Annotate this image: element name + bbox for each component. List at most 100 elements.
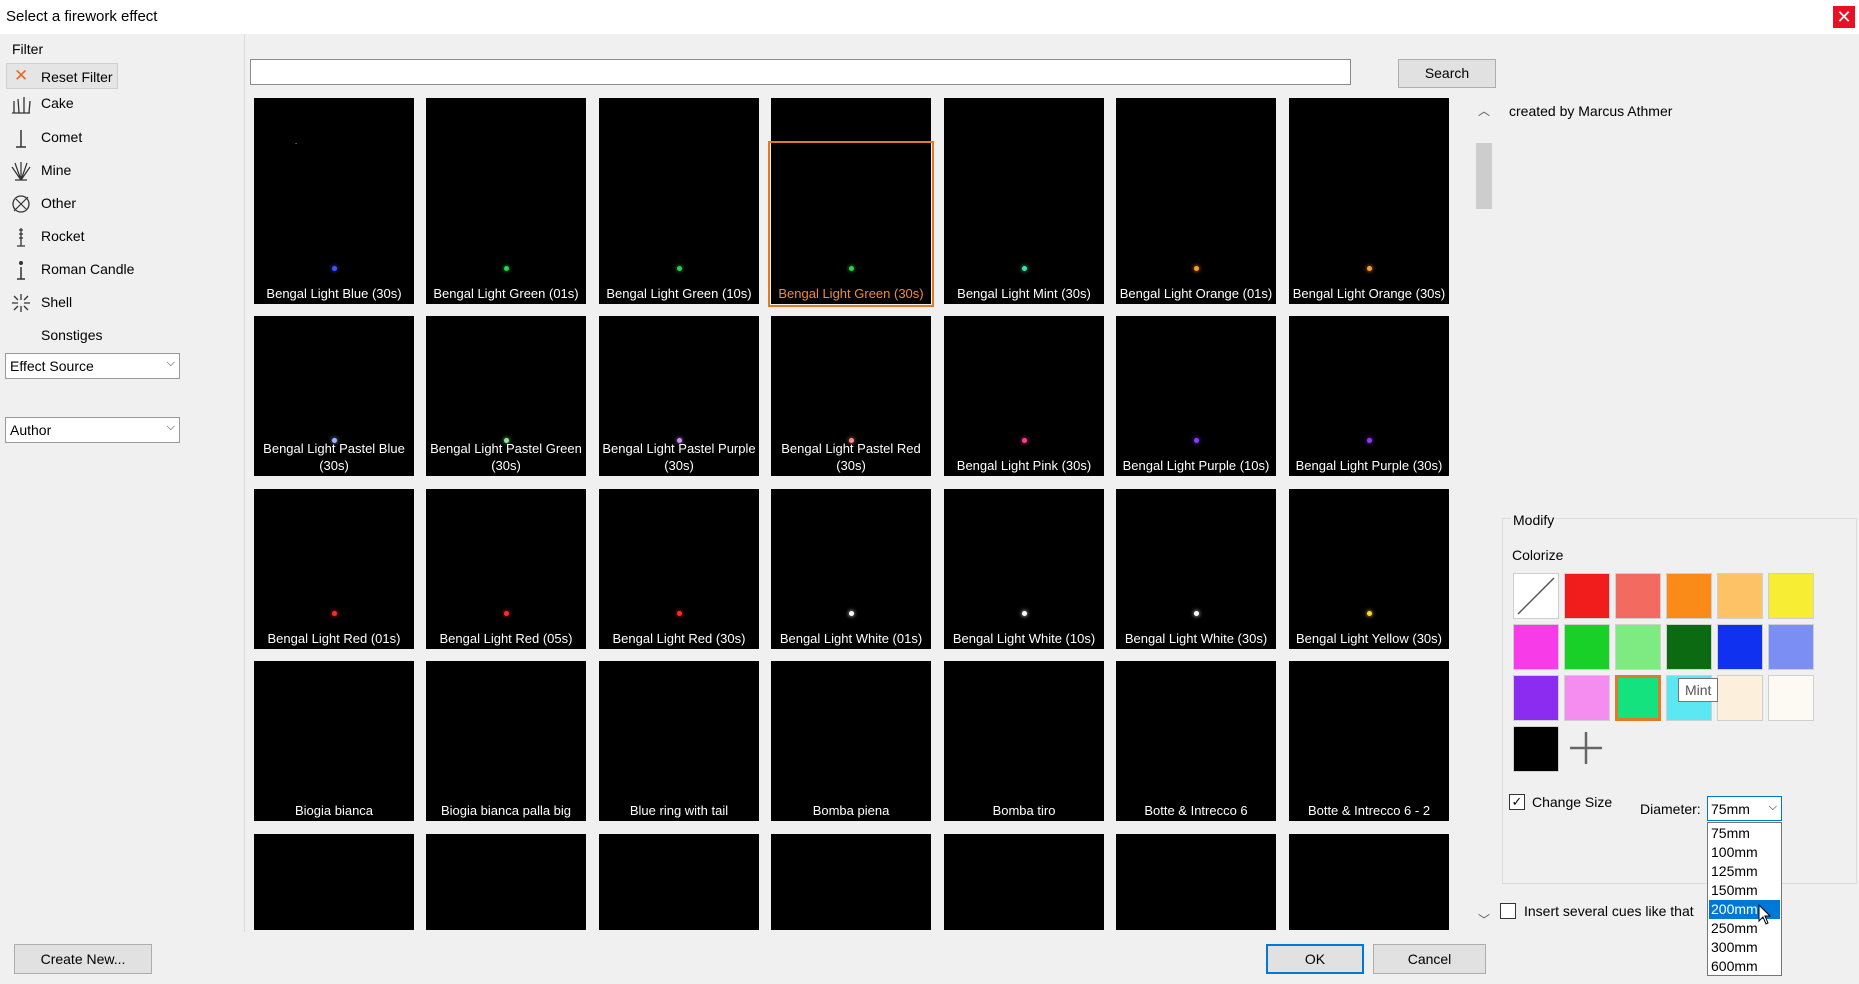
change-size-checkbox[interactable]: ✓ <box>1509 794 1525 810</box>
effect-name: Bengal Light White (10s) <box>952 631 1096 646</box>
diameter-option[interactable]: 100mm <box>1709 843 1780 862</box>
other-icon <box>12 195 30 213</box>
color-swatch-magenta[interactable] <box>1513 624 1559 670</box>
category-sonstiges[interactable]: Sonstiges <box>8 322 228 352</box>
effect-tile[interactable] <box>1116 834 1276 930</box>
scroll-up-icon[interactable]: ︿ <box>1478 102 1490 119</box>
insert-several-cues-checkbox[interactable] <box>1500 903 1516 919</box>
effect-name: Bengal Light Green (01s) <box>433 286 579 301</box>
category-roman-candle[interactable]: Roman Candle <box>8 256 228 286</box>
change-size-label: Change Size <box>1532 794 1613 810</box>
color-swatch-red[interactable] <box>1564 573 1610 619</box>
effect-tile[interactable]: Bengal Light Red (05s) <box>426 489 586 649</box>
diameter-option[interactable]: 75mm <box>1709 824 1780 843</box>
effect-preview-spark <box>332 611 337 616</box>
color-swatch-black[interactable] <box>1513 726 1559 772</box>
category-shell[interactable]: Shell <box>8 289 228 319</box>
effect-tile[interactable]: Bengal Light White (30s) <box>1116 489 1276 649</box>
effect-tile[interactable]: Biogia bianca palla big <box>426 661 586 821</box>
effect-tile[interactable] <box>599 834 759 930</box>
effect-tile[interactable]: Botte & Intrecco 6 <box>1116 661 1276 821</box>
color-swatch-orange[interactable] <box>1666 573 1712 619</box>
color-swatch-yellow[interactable] <box>1768 573 1814 619</box>
effect-tile[interactable]: Bengal Light Mint (30s) <box>944 144 1104 304</box>
color-swatch-dark-green[interactable] <box>1666 624 1712 670</box>
effect-tile[interactable]: Bengal Light Blue (30s) <box>254 144 414 304</box>
color-swatch-light-red[interactable] <box>1615 573 1661 619</box>
search-input[interactable] <box>250 59 1351 85</box>
category-mine[interactable]: Mine <box>8 157 228 187</box>
effect-tile[interactable] <box>1289 834 1449 930</box>
effect-tile[interactable]: Bengal Light Orange (01s) <box>1116 144 1276 304</box>
effect-tile[interactable]: Bengal Light Pink (30s) <box>944 316 1104 476</box>
plus-icon[interactable] <box>1563 725 1609 771</box>
effect-tile[interactable]: Bengal Light Pastel Red (30s) <box>771 316 931 476</box>
effect-tile[interactable]: Bengal Light Orange (30s) <box>1289 144 1449 304</box>
effect-tile[interactable]: Bengal Light Pastel Green (30s) <box>426 316 586 476</box>
effect-tile[interactable]: Bengal Light Pastel Blue (30s) <box>254 316 414 476</box>
effect-tile[interactable]: Bengal Light White (01s) <box>771 489 931 649</box>
effect-tile[interactable]: Bengal Light Pastel Purple (30s) <box>599 316 759 476</box>
effect-tile[interactable] <box>254 834 414 930</box>
color-swatch-none[interactable] <box>1513 573 1559 619</box>
effect-tile[interactable]: Bengal Light Red (30s) <box>599 489 759 649</box>
color-swatch-cream[interactable] <box>1717 675 1763 721</box>
effect-tile[interactable]: Bengal Light Green (01s) <box>426 144 586 304</box>
effect-tile[interactable]: Biogia bianca <box>254 661 414 821</box>
color-swatch-pink[interactable] <box>1564 675 1610 721</box>
category-rocket[interactable]: Rocket <box>8 223 228 253</box>
effect-preview-spark <box>1367 266 1372 271</box>
effect-source-dropdown[interactable]: Effect Source ⌵ <box>5 353 180 379</box>
reset-filter-label: Reset Filter <box>41 69 113 85</box>
category-comet[interactable]: Comet <box>8 124 228 154</box>
diameter-option[interactable]: 600mm <box>1709 957 1780 976</box>
color-swatch-light-orange[interactable] <box>1717 573 1763 619</box>
category-label: Comet <box>41 129 83 145</box>
effect-tile[interactable]: Bengal Light Green (10s) <box>599 144 759 304</box>
diameter-option[interactable]: 150mm <box>1709 881 1780 900</box>
scrollbar-thumb[interactable] <box>1476 143 1492 209</box>
diameter-option[interactable]: 300mm <box>1709 938 1780 957</box>
roman-candle-icon <box>17 261 25 280</box>
filter-label: Filter <box>12 41 44 57</box>
grid-scrollbar[interactable]: ︿ ﹀ <box>1474 98 1494 930</box>
effect-tile[interactable]: Bengal Light Yellow (30s) <box>1289 489 1449 649</box>
effect-name: Biogia bianca palla big <box>440 803 572 818</box>
ok-button[interactable]: OK <box>1266 944 1364 974</box>
color-swatch-purple[interactable] <box>1513 675 1559 721</box>
effect-tile[interactable]: Bengal Light Purple (10s) <box>1116 316 1276 476</box>
create-new-button[interactable]: Create New... <box>14 944 152 974</box>
effect-tile[interactable] <box>771 834 931 930</box>
effect-tile[interactable]: Bengal Light White (10s) <box>944 489 1104 649</box>
color-swatch-green[interactable] <box>1564 624 1610 670</box>
effect-tile[interactable]: Botte & Intrecco 6 - 2 <box>1289 661 1449 821</box>
effect-name: Bengal Light Pastel Green (30s) <box>430 441 582 473</box>
effect-tile[interactable]: Bengal Light Green (30s) <box>768 141 934 307</box>
effect-tile[interactable] <box>426 834 586 930</box>
effects-grid: Atomic Pattern Green to Red w/ Gold PilA… <box>247 98 1474 930</box>
shell-icon <box>12 294 30 312</box>
diameter-dropdown[interactable]: 75mm ⌵ <box>1707 796 1782 821</box>
effect-preview-spark <box>1194 438 1199 443</box>
cancel-button[interactable]: Cancel <box>1373 944 1486 974</box>
category-cake[interactable]: Cake <box>8 90 228 120</box>
effect-tile[interactable] <box>944 834 1104 930</box>
author-dropdown[interactable]: Author ⌵ <box>5 417 180 443</box>
scroll-down-icon[interactable]: ﹀ <box>1478 911 1490 928</box>
color-swatch-light-blue[interactable] <box>1768 624 1814 670</box>
diameter-option[interactable]: 125mm <box>1709 862 1780 881</box>
color-swatch-blue[interactable] <box>1717 624 1763 670</box>
color-swatch-light-green[interactable] <box>1615 624 1661 670</box>
color-swatch-white[interactable] <box>1768 675 1814 721</box>
effect-tile[interactable]: Blue ring with tail <box>599 661 759 821</box>
effect-tile[interactable]: Bomba tiro <box>944 661 1104 821</box>
effect-preview-spark <box>504 611 509 616</box>
reset-filter-button[interactable]: ✕ Reset Filter <box>6 63 118 89</box>
effect-tile[interactable]: Bengal Light Red (01s) <box>254 489 414 649</box>
effect-tile[interactable]: Bengal Light Purple (30s) <box>1289 316 1449 476</box>
effect-tile[interactable]: Bomba piena <box>771 661 931 821</box>
search-button[interactable]: Search <box>1398 59 1496 88</box>
category-other[interactable]: Other <box>8 190 228 220</box>
color-swatch-mint[interactable] <box>1615 675 1661 721</box>
close-icon[interactable]: ✕ <box>1833 6 1855 28</box>
